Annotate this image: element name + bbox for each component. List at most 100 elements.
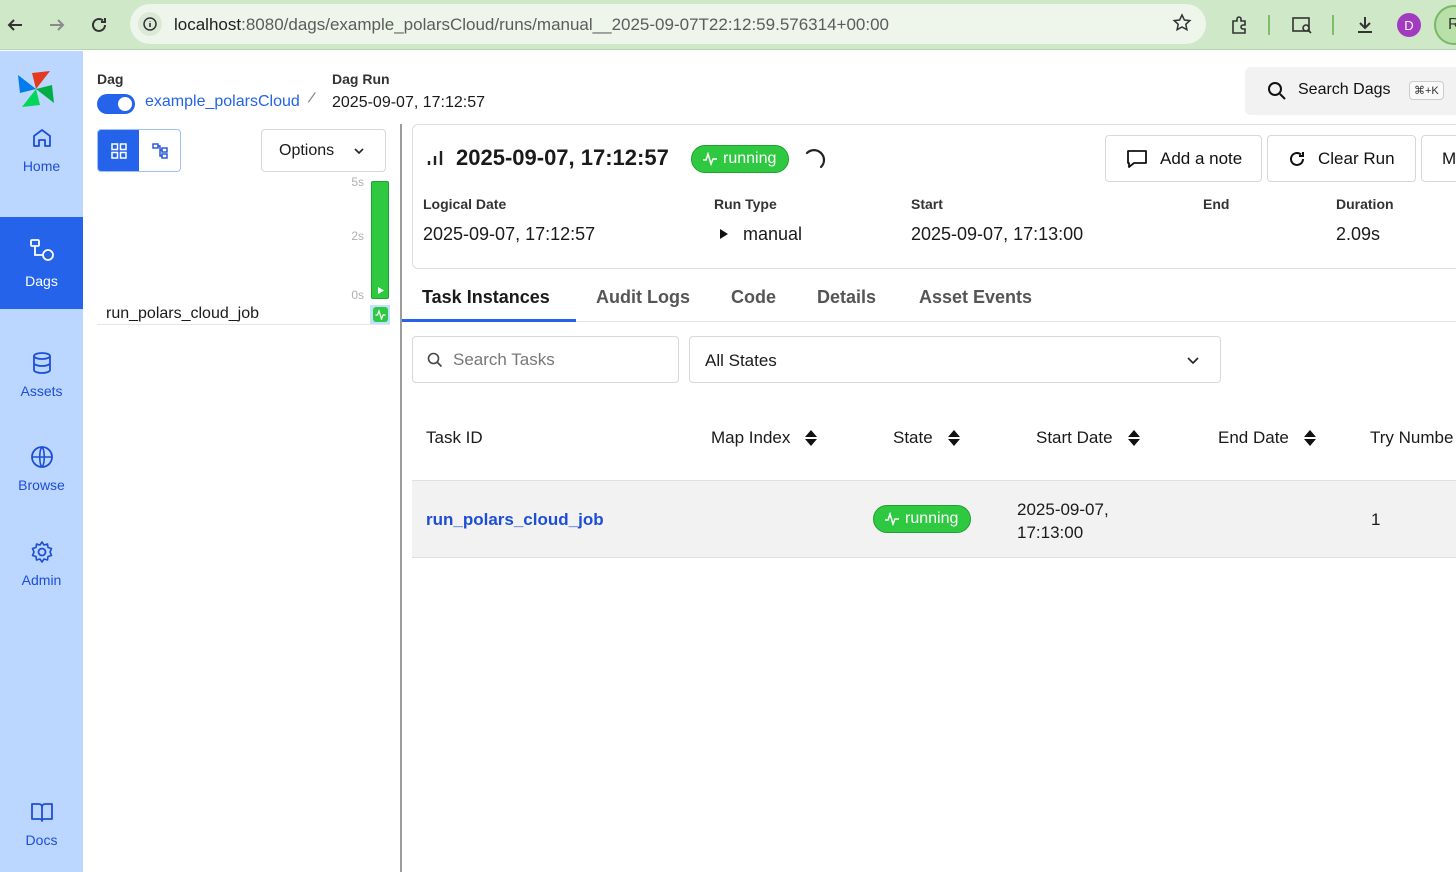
reload-icon[interactable] (86, 12, 112, 38)
column-header-task-id[interactable]: Task ID (426, 428, 483, 448)
duration-axis-label: 0s (351, 288, 364, 302)
activity-icon (375, 309, 386, 320)
duration-axis-label: 2s (351, 229, 364, 243)
tab-details[interactable]: Details (817, 287, 876, 308)
sidebar-item-assets[interactable]: Assets (0, 329, 83, 421)
column-header-start-date[interactable]: Start Date (1036, 428, 1141, 448)
cast-search-icon[interactable] (1289, 12, 1315, 38)
active-tab-indicator (402, 319, 576, 322)
toolbar-separator (1332, 15, 1334, 35)
sort-icon (805, 430, 818, 446)
search-icon (427, 352, 443, 373)
gear-icon (31, 541, 52, 563)
clear-run-button[interactable]: Clear Run (1267, 135, 1416, 182)
tab-audit-logs[interactable]: Audit Logs (596, 287, 690, 308)
browser-toolbar: localhost:8080/dags/example_polarsCloud/… (0, 0, 1456, 50)
sidebar-item-docs[interactable]: Docs (0, 778, 83, 870)
tab-code[interactable]: Code (731, 287, 776, 308)
try-number-cell: 1 (1371, 510, 1381, 529)
task-id-link[interactable]: run_polars_cloud_job (426, 510, 604, 530)
task-state-badge: running (873, 505, 972, 533)
task-state-label: running (905, 510, 959, 527)
graph-view-button[interactable] (139, 130, 180, 171)
extensions-icon[interactable] (1226, 12, 1252, 38)
end-label: End (1203, 196, 1230, 212)
graph-icon (151, 142, 168, 159)
column-header-end-date[interactable]: End Date (1218, 428, 1317, 448)
sidebar-item-label: Admin (21, 572, 62, 588)
running-state-cell (373, 307, 388, 322)
grid-task-name[interactable]: run_polars_cloud_job (106, 305, 259, 323)
sidebar-item-label: Docs (25, 832, 58, 848)
logical-date-value: 2025-09-07, 17:12:57 (423, 224, 596, 244)
message-icon (1127, 149, 1147, 168)
run-duration-bar[interactable] (371, 181, 389, 299)
bar-chart-icon (426, 149, 444, 172)
back-arrow-icon[interactable] (2, 12, 28, 38)
panel-resize-handle[interactable] (400, 124, 402, 872)
address-bar[interactable]: localhost:8080/dags/example_polarsCloud/… (130, 4, 1206, 44)
dags-icon (29, 239, 54, 261)
download-icon[interactable] (1352, 12, 1378, 38)
site-info-icon[interactable] (138, 12, 162, 36)
book-icon (30, 803, 53, 822)
column-header-map-index[interactable]: Map Index (711, 428, 818, 448)
duration-axis-label: 5s (351, 175, 364, 189)
activity-icon (885, 512, 899, 526)
options-button[interactable]: Options (261, 129, 386, 172)
column-header-state[interactable]: State (893, 428, 961, 448)
sidebar-item-dags[interactable]: Dags (0, 217, 83, 309)
search-dags-label: Search Dags (1298, 81, 1391, 98)
state-filter-value: All States (705, 351, 777, 370)
tab-asset-events[interactable]: Asset Events (919, 287, 1032, 308)
start-date-cell: 2025-09-07, 17:13:00 (1017, 498, 1109, 544)
run-title: 2025-09-07, 17:12:57 (456, 145, 669, 170)
run-state-label: running (723, 150, 777, 167)
add-note-label: Add a note (1160, 148, 1243, 168)
column-header-try-number[interactable]: Try Numbe (1370, 428, 1456, 448)
grid-view-button[interactable] (98, 130, 139, 171)
search-icon (1267, 81, 1287, 106)
loading-spinner-icon (803, 147, 827, 176)
play-icon (378, 287, 384, 294)
search-tasks-field (412, 336, 679, 383)
tab-task-instances[interactable]: Task Instances (422, 287, 550, 308)
chevron-down-icon (353, 144, 365, 162)
start-date-line: 2025-09-07, (1017, 500, 1109, 519)
duration-label: Duration (1336, 196, 1394, 212)
dag-crumb-label: Dag (97, 71, 124, 87)
profile-menu-button[interactable]: R (1434, 5, 1456, 45)
grid-task-cell[interactable] (370, 305, 390, 325)
home-icon (32, 129, 51, 147)
chevron-down-icon (1186, 353, 1200, 372)
start-time-line: 17:13:00 (1017, 523, 1084, 542)
start-value: 2025-09-07, 17:13:00 (911, 224, 1084, 244)
sidebar-item-label: Home (22, 158, 61, 174)
forward-arrow-icon[interactable] (44, 12, 70, 38)
logical-date-label: Logical Date (423, 196, 507, 212)
search-tasks-input[interactable] (453, 349, 668, 371)
run-type-value: manual (743, 224, 803, 244)
sidebar-item-home[interactable]: Home (0, 104, 83, 196)
search-dags-button[interactable]: Search Dags ⌘+K (1245, 67, 1456, 115)
mark-run-button[interactable]: M (1421, 135, 1456, 182)
duration-value: 2.09s (1336, 224, 1381, 244)
sidebar-item-admin[interactable]: Admin (0, 518, 83, 610)
dag-name-link[interactable]: example_polarsCloud (145, 93, 300, 111)
column-header-label: State (893, 428, 933, 447)
dag-pause-toggle[interactable] (97, 94, 135, 114)
database-icon (32, 352, 51, 374)
state-filter-select[interactable]: All States (689, 336, 1221, 383)
bookmark-star-icon[interactable] (1172, 13, 1192, 38)
add-note-button[interactable]: Add a note (1105, 135, 1262, 182)
sidebar-item-browse[interactable]: Browse (0, 423, 83, 515)
run-type-label: Run Type (714, 196, 777, 212)
run-type-play-icon (720, 229, 728, 239)
refresh-icon (1290, 151, 1304, 166)
mark-run-label: M (1442, 148, 1456, 168)
run-state-badge: running (691, 145, 790, 173)
column-header-label: Start Date (1036, 428, 1113, 447)
profile-avatar[interactable]: D (1397, 13, 1421, 37)
options-label: Options (279, 142, 335, 159)
sidebar-item-label: Browse (18, 477, 65, 493)
